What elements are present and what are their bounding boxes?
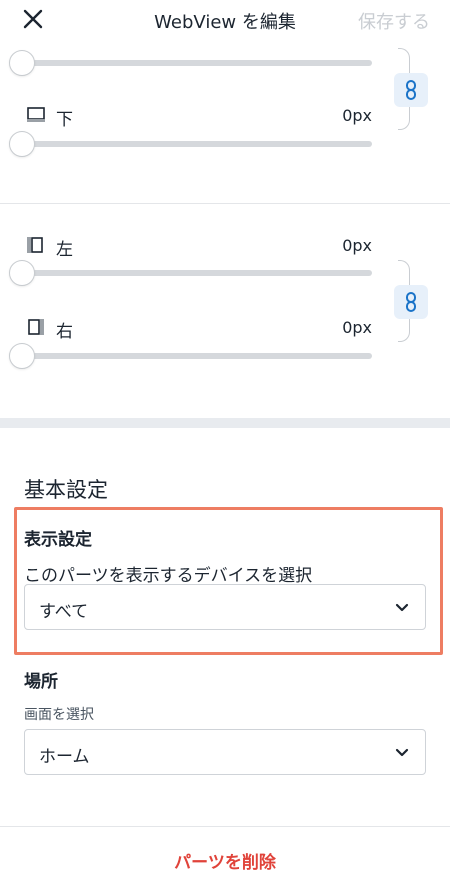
location-label: 場所 bbox=[24, 672, 58, 692]
delete-part-button[interactable]: パーツを削除 bbox=[0, 848, 450, 873]
location-description: 画面を選択 bbox=[24, 707, 94, 723]
right-spacing-label: 右 bbox=[56, 322, 73, 342]
right-spacing-slider-thumb[interactable] bbox=[9, 343, 35, 369]
left-spacing-slider[interactable] bbox=[22, 270, 372, 276]
display-setting-label: 表示設定 bbox=[24, 530, 92, 550]
left-spacing-slider-thumb[interactable] bbox=[9, 260, 35, 286]
screen-select[interactable]: ホーム bbox=[24, 729, 426, 775]
save-button[interactable]: 保存する bbox=[358, 8, 430, 34]
right-edge-icon bbox=[28, 319, 44, 335]
link-icon bbox=[406, 80, 416, 100]
top-spacing-slider[interactable] bbox=[22, 60, 372, 66]
device-select-value: すべて bbox=[39, 602, 89, 622]
right-spacing-value: 0px bbox=[342, 318, 372, 337]
link-icon bbox=[406, 292, 416, 312]
chevron-down-icon bbox=[395, 748, 409, 757]
bottom-spacing-value: 0px bbox=[342, 106, 372, 125]
display-setting-description: このパーツを表示するデバイスを選択 bbox=[24, 566, 313, 586]
footer-divider bbox=[0, 826, 450, 827]
right-spacing-slider[interactable] bbox=[22, 353, 372, 359]
device-select[interactable]: すべて bbox=[24, 584, 426, 630]
screen-select-value: ホーム bbox=[39, 747, 90, 767]
chevron-down-icon bbox=[395, 603, 409, 612]
section-divider bbox=[0, 203, 450, 204]
left-spacing-value: 0px bbox=[342, 236, 372, 255]
bottom-spacing-label: 下 bbox=[56, 110, 73, 130]
top-spacing-slider-thumb[interactable] bbox=[9, 50, 35, 76]
header: WebView を編集 保存する bbox=[0, 0, 450, 40]
bottom-edge-icon bbox=[27, 107, 45, 122]
bottom-spacing-slider[interactable] bbox=[22, 141, 372, 147]
left-edge-icon bbox=[27, 237, 43, 253]
horizontal-link-toggle[interactable] bbox=[394, 285, 428, 319]
vertical-link-toggle[interactable] bbox=[394, 73, 428, 107]
section-separator bbox=[0, 418, 450, 428]
bottom-spacing-slider-thumb[interactable] bbox=[9, 131, 35, 157]
left-spacing-label: 左 bbox=[56, 240, 73, 260]
section-title: 基本設定 bbox=[24, 478, 108, 502]
